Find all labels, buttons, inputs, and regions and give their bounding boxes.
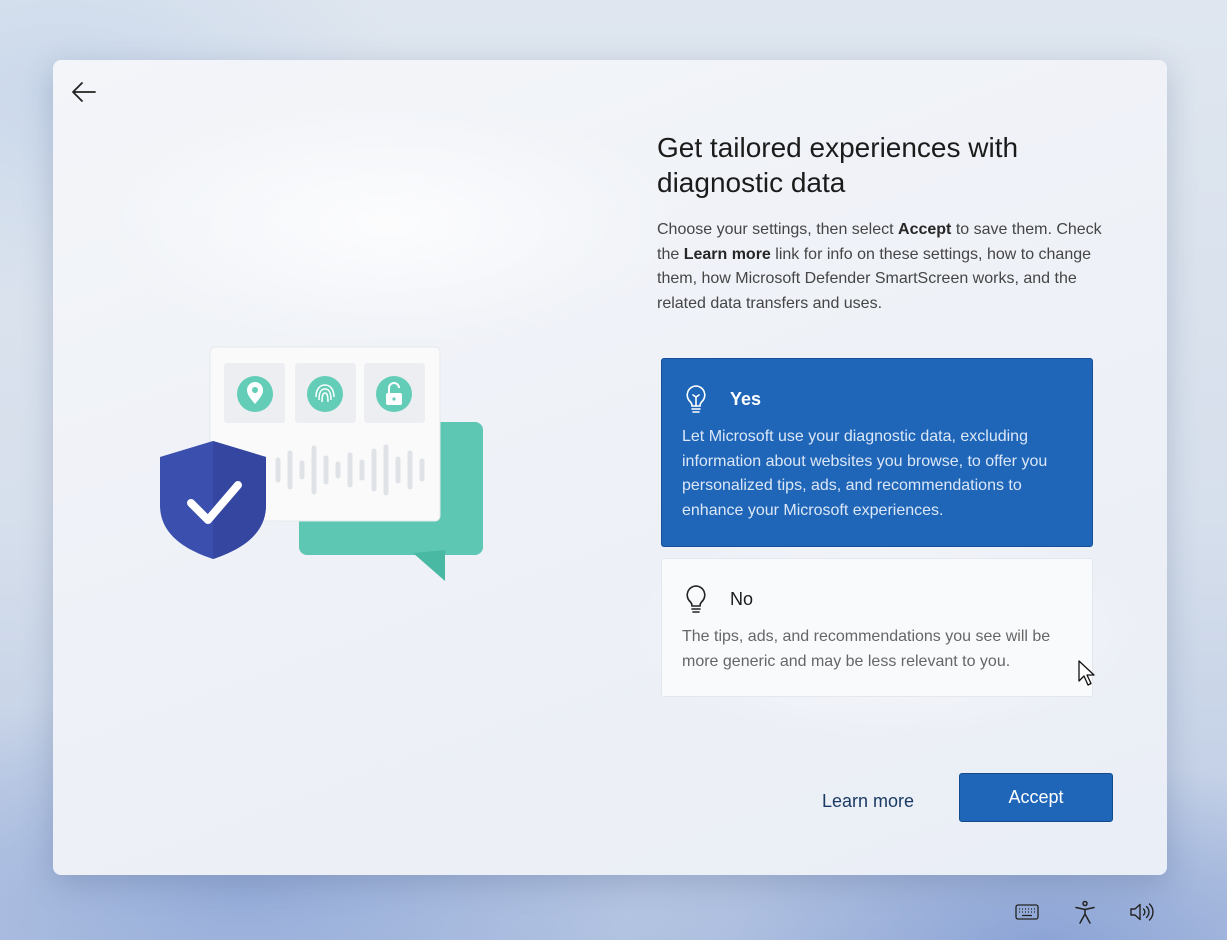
option-yes-description: Let Microsoft use your diagnostic data, … <box>682 428 1048 519</box>
back-arrow-icon <box>72 82 96 102</box>
privacy-illustration <box>160 346 483 581</box>
fingerprint-icon <box>307 376 343 412</box>
lightbulb-on-icon <box>682 383 710 415</box>
option-yes-label: Yes <box>730 388 762 409</box>
accept-button[interactable]: Accept <box>959 773 1113 822</box>
option-no[interactable]: No The tips, ads, and recommendations yo… <box>661 558 1093 697</box>
volume-icon <box>1130 903 1154 921</box>
shield-check-icon <box>160 441 266 559</box>
location-icon <box>237 376 273 412</box>
option-no-label: No <box>730 588 754 609</box>
mouse-pointer-icon <box>1078 660 1095 686</box>
unlock-icon <box>376 376 412 412</box>
back-button[interactable] <box>67 76 101 108</box>
accessibility-icon <box>1075 900 1095 924</box>
page-title: Get tailored experiences with diagnostic… <box>657 132 1019 198</box>
page-description: Choose your settings, then select Accept… <box>657 221 1102 312</box>
volume-button[interactable] <box>1127 898 1157 926</box>
learn-more-emphasis: Learn more <box>683 245 771 263</box>
keyboard-icon <box>1015 904 1039 920</box>
lightbulb-off-icon <box>682 583 710 615</box>
accessibility-button[interactable] <box>1070 898 1100 926</box>
learn-more-link[interactable]: Learn more <box>798 786 938 816</box>
option-no-description: The tips, ads, and recommendations you s… <box>682 628 1051 670</box>
keyboard-button[interactable] <box>1012 898 1042 926</box>
oobe-window: Get tailored experiences with diagnostic… <box>53 60 1167 875</box>
option-yes[interactable]: Yes Let Microsoft use your diagnostic da… <box>661 358 1093 547</box>
accept-emphasis: Accept <box>898 221 952 238</box>
